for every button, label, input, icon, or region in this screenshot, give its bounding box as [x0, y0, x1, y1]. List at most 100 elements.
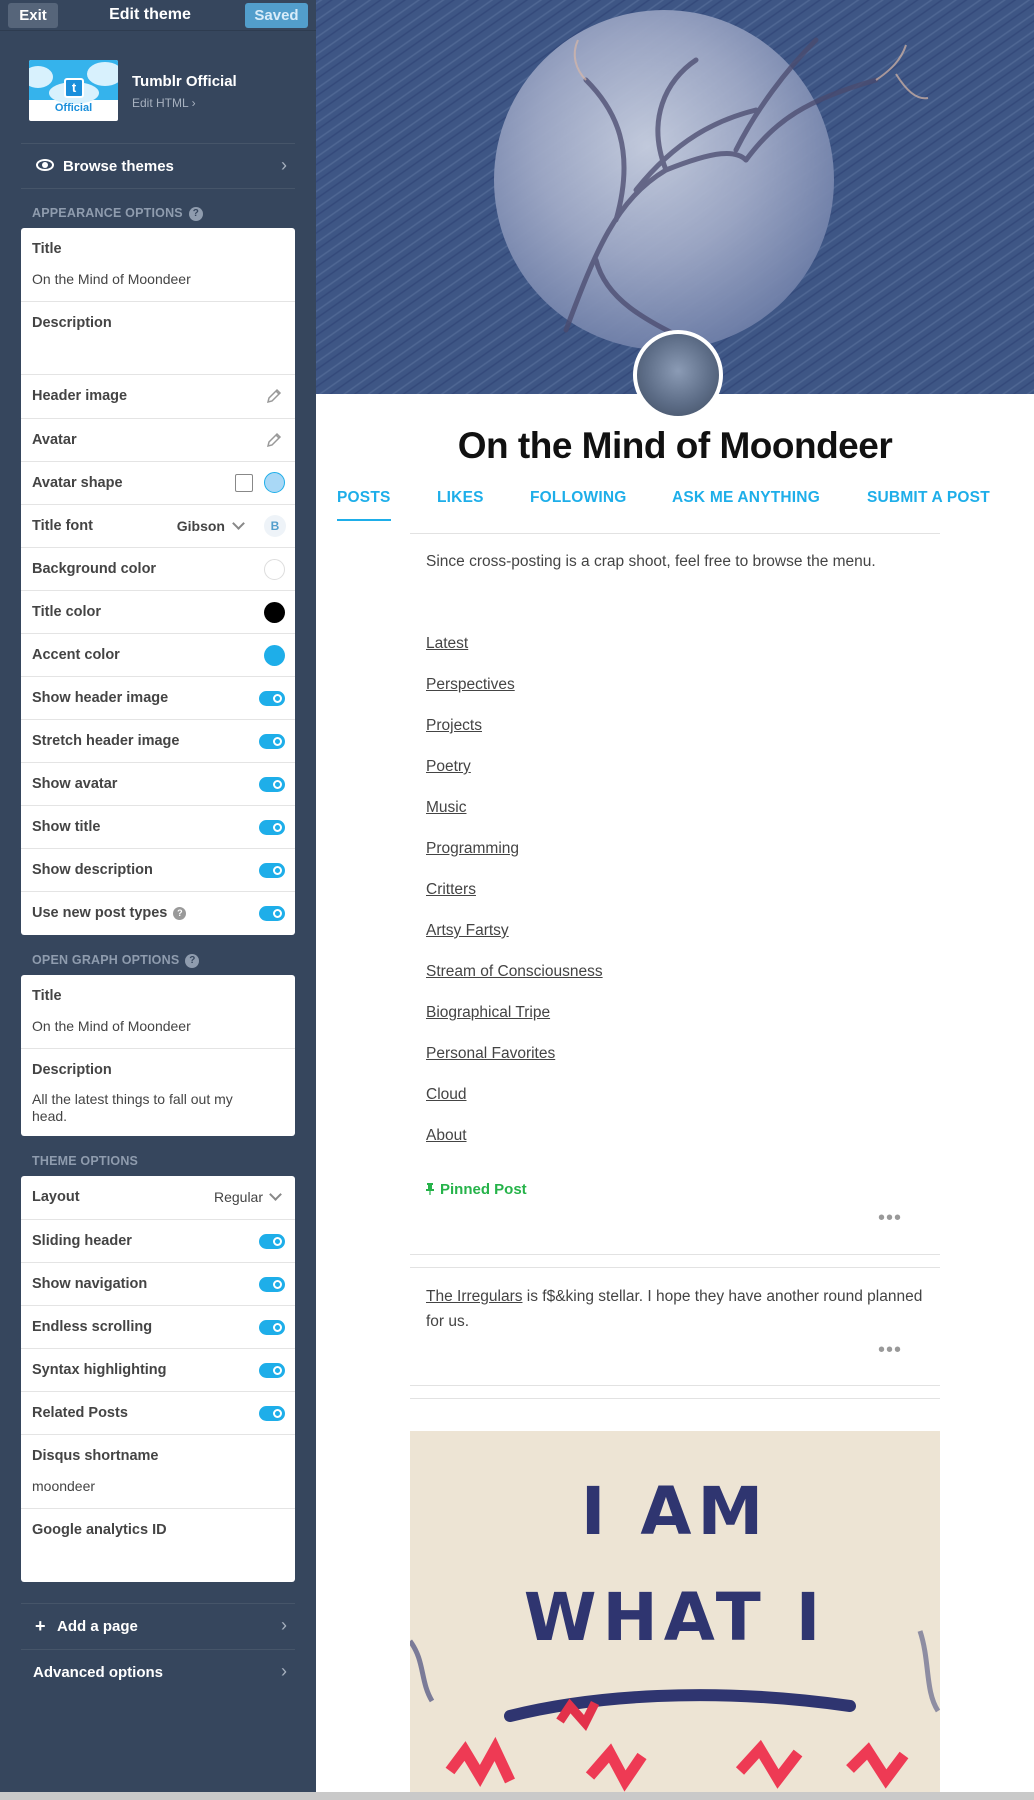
bold-toggle-button[interactable]: B	[264, 515, 286, 537]
background-color-swatch[interactable]	[264, 559, 285, 580]
disqus-shortname-value: moondeer	[32, 1478, 96, 1494]
divider	[410, 1398, 940, 1399]
theme-thumbnail[interactable]: t Official	[29, 60, 118, 121]
nav-following[interactable]: FOLLOWING	[530, 489, 627, 507]
edit-html-link[interactable]: Edit HTML ›	[132, 96, 196, 110]
post-link-irregulars[interactable]: The Irregulars	[426, 1288, 522, 1305]
pencil-icon[interactable]	[265, 431, 283, 449]
eye-icon	[36, 159, 54, 171]
link-programming[interactable]: Programming	[426, 840, 519, 858]
header-image-row[interactable]: Header image	[21, 374, 295, 418]
post-menu-icon[interactable]: •••	[878, 1339, 902, 1362]
add-page-button[interactable]: + Add a page ›	[21, 1603, 295, 1649]
link-biographical-tripe[interactable]: Biographical Tripe	[426, 1004, 550, 1022]
accent-color-label: Accent color	[32, 647, 120, 663]
avatar-shape-label: Avatar shape	[32, 475, 123, 491]
syntax-highlighting-toggle[interactable]	[259, 1363, 285, 1378]
og-description-value: All the latest things to fall out my hea…	[32, 1091, 233, 1124]
link-about[interactable]: About	[426, 1127, 467, 1145]
use-new-post-types-row: Use new post types?	[21, 891, 295, 935]
post-menu-icon[interactable]: •••	[878, 1207, 902, 1230]
show-avatar-row: Show avatar	[21, 762, 295, 805]
help-icon[interactable]: ?	[173, 907, 187, 920]
sliding-header-row: Sliding header	[21, 1219, 295, 1262]
stretch-header-image-toggle[interactable]	[259, 734, 285, 749]
link-artsy-fartsy[interactable]: Artsy Fartsy	[426, 922, 509, 940]
show-header-image-label: Show header image	[32, 690, 169, 706]
title-font-select[interactable]: Gibson	[177, 518, 225, 534]
post-image[interactable]: I AM WHAT I	[410, 1431, 940, 1800]
post-text: The Irregulars is f$&king stellar. I hop…	[426, 1284, 926, 1334]
circle-shape-option[interactable]	[264, 472, 285, 493]
description-field-label: Description	[32, 315, 112, 331]
pinned-post-label: Pinned Post	[440, 1181, 527, 1198]
link-projects[interactable]: Projects	[426, 717, 482, 735]
endless-scrolling-row: Endless scrolling	[21, 1305, 295, 1348]
title-font-label: Title font	[32, 518, 93, 534]
show-title-label: Show title	[32, 819, 101, 835]
og-description-label: Description	[32, 1062, 112, 1078]
theme-name: Tumblr Official	[132, 73, 237, 90]
link-personal-favorites[interactable]: Personal Favorites	[426, 1045, 555, 1063]
related-posts-toggle[interactable]	[259, 1406, 285, 1421]
layout-select[interactable]: Regular	[214, 1189, 263, 1205]
link-cloud[interactable]: Cloud	[426, 1086, 467, 1104]
show-title-row: Show title	[21, 805, 295, 848]
advanced-options-button[interactable]: Advanced options ›	[21, 1649, 295, 1695]
title-color-swatch[interactable]	[264, 602, 285, 623]
blog-avatar[interactable]	[633, 330, 723, 420]
show-navigation-toggle[interactable]	[259, 1277, 285, 1292]
og-description-field[interactable]: Description All the latest things to fal…	[21, 1048, 295, 1136]
open-graph-heading: OPEN GRAPH OPTIONS?	[32, 953, 200, 968]
exit-button[interactable]: Exit	[8, 3, 58, 28]
description-field[interactable]: Description	[21, 301, 295, 374]
sliding-header-toggle[interactable]	[259, 1234, 285, 1249]
appearance-options-heading: APPEARANCE OPTIONS?	[32, 206, 203, 221]
nav-submit[interactable]: SUBMIT A POST	[867, 489, 990, 507]
show-avatar-toggle[interactable]	[259, 777, 285, 792]
show-title-toggle[interactable]	[259, 820, 285, 835]
tumblr-logo-icon: t	[64, 78, 84, 98]
show-navigation-row: Show navigation	[21, 1262, 295, 1305]
browse-themes-button[interactable]: Browse themes ›	[21, 143, 295, 189]
link-latest[interactable]: Latest	[426, 635, 468, 653]
stretch-header-image-label: Stretch header image	[32, 733, 180, 749]
pencil-icon[interactable]	[265, 387, 283, 405]
link-stream-of-consciousness[interactable]: Stream of Consciousness	[426, 963, 603, 981]
show-description-toggle[interactable]	[259, 863, 285, 878]
blog-title: On the Mind of Moondeer	[457, 425, 893, 466]
disqus-shortname-field[interactable]: Disqus shortname moondeer	[21, 1434, 295, 1508]
nav-posts[interactable]: POSTS	[337, 489, 391, 507]
help-icon[interactable]: ?	[185, 954, 200, 968]
nav-likes[interactable]: LIKES	[437, 489, 484, 507]
square-shape-option[interactable]	[235, 474, 253, 492]
avatar-row[interactable]: Avatar	[21, 418, 295, 461]
open-graph-panel: Title On the Mind of Moondeer Descriptio…	[21, 975, 295, 1136]
accent-color-swatch[interactable]	[264, 645, 285, 666]
endless-scrolling-toggle[interactable]	[259, 1320, 285, 1335]
show-navigation-label: Show navigation	[32, 1276, 148, 1292]
link-critters[interactable]: Critters	[426, 881, 476, 899]
link-poetry[interactable]: Poetry	[426, 758, 471, 776]
advanced-options-label: Advanced options	[33, 1664, 164, 1681]
pinned-post-badge: Pinned Post	[426, 1181, 527, 1198]
help-icon[interactable]: ?	[188, 207, 203, 221]
show-header-image-toggle[interactable]	[259, 691, 285, 706]
layout-row: Layout Regular	[21, 1176, 295, 1219]
nav-ask[interactable]: ASK ME ANYTHING	[672, 489, 820, 507]
title-color-label: Title color	[32, 604, 102, 620]
title-field[interactable]: Title On the Mind of Moondeer	[21, 228, 295, 301]
avatar-label: Avatar	[32, 432, 77, 448]
blog-navigation: POSTS LIKES FOLLOWING ASK ME ANYTHING SU…	[316, 489, 1034, 529]
link-music[interactable]: Music	[426, 799, 466, 817]
link-perspectives[interactable]: Perspectives	[426, 676, 515, 694]
saved-button[interactable]: Saved	[245, 3, 308, 28]
og-title-field[interactable]: Title On the Mind of Moondeer	[21, 975, 295, 1048]
horizontal-scrollbar[interactable]	[0, 1792, 1034, 1800]
divider	[410, 1385, 940, 1386]
use-new-post-types-toggle[interactable]	[259, 906, 285, 921]
browse-themes-label: Browse themes	[63, 158, 174, 175]
chevron-down-icon	[232, 517, 245, 530]
google-analytics-field[interactable]: Google analytics ID	[21, 1508, 295, 1582]
google-analytics-label: Google analytics ID	[32, 1522, 167, 1538]
